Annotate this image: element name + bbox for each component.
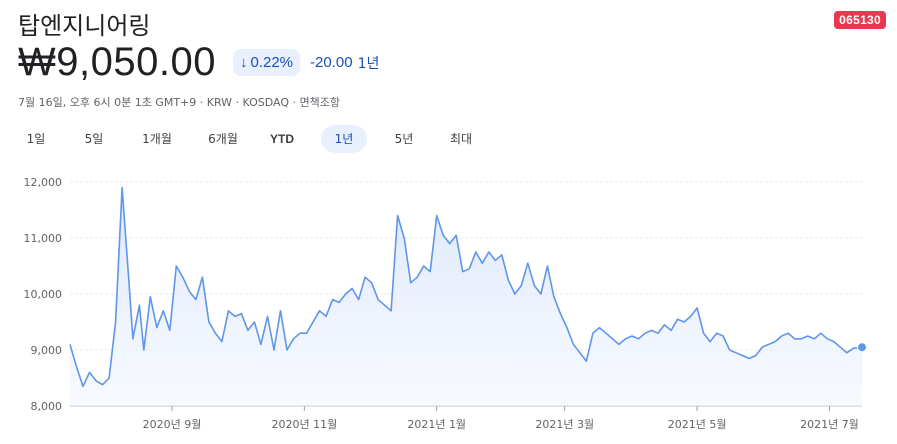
tab-ytd[interactable]: YTD [262, 125, 302, 153]
change-absolute: -20.00 [310, 54, 353, 71]
change-percent: 0.22% [250, 54, 294, 71]
price-meta: 7월 16일, 오후 6시 0분 1초 GMT+9 · KRW · KOSDAQ… [18, 96, 341, 109]
y-axis: 8,000 9,000 10,000 11,000 12,000 [24, 176, 63, 413]
current-price: ₩9,050.00 [18, 40, 216, 84]
tab-6m[interactable]: 6개월 [199, 125, 247, 153]
tab-1d[interactable]: 1일 [18, 125, 54, 153]
price-area [70, 187, 862, 406]
change-period: 1년 [357, 55, 380, 72]
ticker-badge[interactable]: 065130 [834, 11, 886, 29]
arrow-down-icon: ↓ [239, 54, 248, 71]
change-percent-badge: ↓ 0.22% [232, 49, 301, 76]
tab-5d[interactable]: 5일 [76, 125, 112, 153]
x-axis: 2020년 9월 2020년 11월 2021년 1월 2021년 3월 2021년 5… [143, 406, 859, 431]
y-tick-label: 9,000 [31, 344, 63, 357]
price-row: ₩9,050.00 ↓ 0.22% -20.00 1년 [18, 40, 379, 85]
x-tick-label: 2021년 7월 [800, 418, 859, 431]
current-price-marker [857, 342, 867, 353]
tab-1y[interactable]: 1년 [321, 125, 367, 153]
y-tick-label: 8,000 [31, 400, 63, 413]
stock-name: 탑엔지니어링 [18, 12, 151, 40]
tab-1m[interactable]: 1개월 [133, 125, 181, 153]
x-tick-label: 2021년 1월 [407, 418, 466, 431]
y-tick-label: 12,000 [24, 176, 63, 189]
x-tick-label: 2021년 3월 [535, 418, 594, 431]
y-tick-label: 11,000 [24, 232, 63, 245]
x-tick-label: 2020년 11월 [271, 418, 337, 431]
x-tick-label: 2021년 5월 [668, 418, 727, 431]
range-tabs: 1일 5일 1개월 6개월 YTD 1년 5년 최대 [18, 125, 479, 153]
price-chart[interactable]: 8,0009,00010,00011,00012,000 2020년 9월 202… [0, 170, 897, 444]
tab-max[interactable]: 최대 [443, 125, 479, 153]
tab-5y[interactable]: 5년 [386, 125, 422, 153]
x-tick-label: 2020년 9월 [143, 418, 202, 431]
y-tick-label: 10,000 [24, 288, 63, 301]
